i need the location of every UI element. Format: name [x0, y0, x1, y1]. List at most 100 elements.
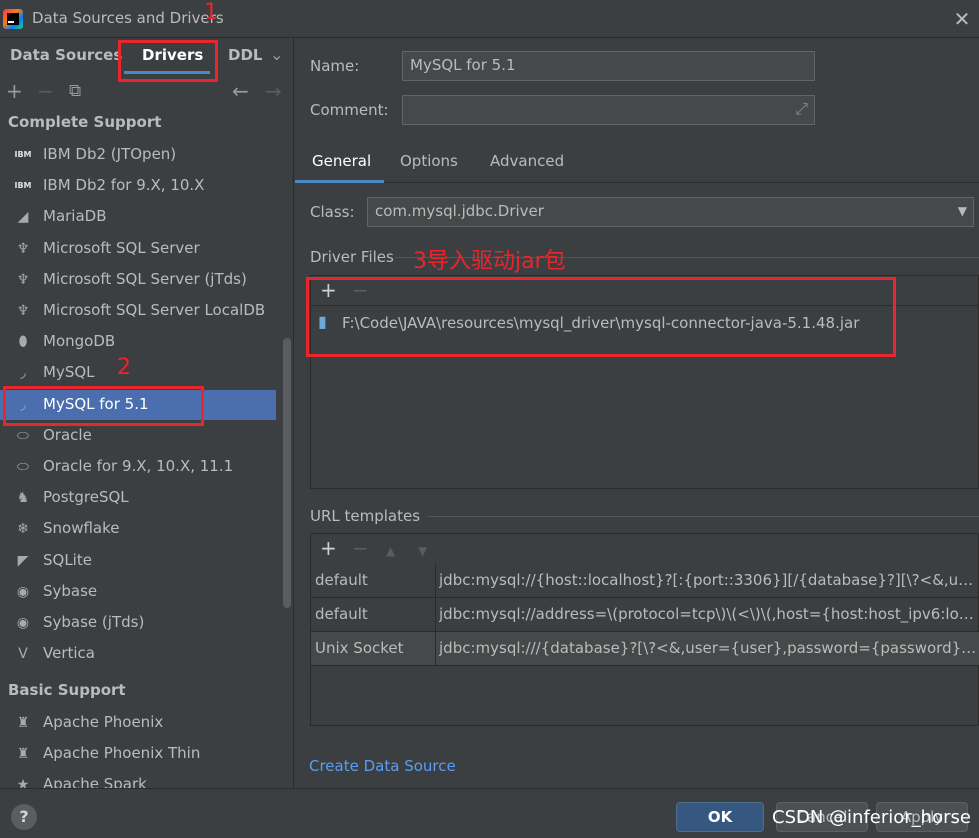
driver-icon: ♆ — [16, 240, 30, 257]
driver-item-label: Oracle — [43, 425, 92, 444]
name-input[interactable]: MySQL for 5.1 — [402, 51, 815, 81]
driver-item-label: Sybase (jTds) — [43, 613, 145, 631]
driver-item[interactable]: ♆ Microsoft SQL Server LocalDB — [0, 296, 276, 326]
class-select[interactable]: com.mysql.jdbc.Driver ▼ — [367, 197, 974, 227]
forward-arrow-icon[interactable]: → — [265, 81, 282, 101]
driver-icon: ♆ — [16, 303, 30, 319]
driver-item-label: MongoDB — [43, 332, 116, 351]
copy-icon[interactable]: ⧉ — [69, 81, 81, 101]
create-data-source-link[interactable]: Create Data Source — [309, 757, 456, 775]
driver-icon: ⬭ — [17, 427, 29, 444]
driver-icon: ♜ — [16, 715, 30, 731]
remove-icon[interactable]: − — [37, 81, 54, 101]
help-button[interactable]: ? — [11, 804, 37, 830]
expand-icon[interactable]: ⤢ — [795, 99, 808, 119]
driver-icon: ♆ — [16, 271, 30, 288]
annotation-box-3 — [306, 277, 896, 357]
class-label: Class: — [310, 203, 355, 221]
driver-details: Name: MySQL for 5.1 Comment: ⤢ General O… — [295, 38, 979, 788]
url-template-row[interactable]: default jdbc:mysql://{host::localhost}?[:… — [311, 564, 979, 598]
driver-icon: ◤ — [17, 552, 29, 569]
driver-item-label: IBM Db2 for 9.X, 10.X — [43, 176, 205, 195]
annotation-box-1 — [118, 40, 218, 82]
driver-icon: ❄ — [17, 521, 29, 538]
add-icon[interactable]: + — [6, 81, 23, 101]
back-arrow-icon[interactable]: ← — [232, 81, 249, 101]
tab-options[interactable]: Options — [400, 152, 458, 170]
url-template-value: jdbc:mysql://address=\(protocol=tcp\)\(<… — [439, 605, 979, 623]
tab-ddl[interactable]: DDL — [228, 46, 262, 64]
title-bar: Data Sources and Drivers ✕ — [0, 0, 979, 38]
annotation-1: 1 — [204, 0, 218, 25]
tab-divider — [295, 182, 979, 183]
driver-icon: ◉ — [16, 615, 30, 631]
tab-advanced[interactable]: Advanced — [490, 152, 564, 170]
name-label: Name: — [310, 57, 360, 75]
driver-item-label: IBM Db2 (JTOpen) — [43, 145, 177, 163]
driver-item[interactable]: ♜ Apache Phoenix Thin — [0, 739, 276, 769]
driver-item-label: MariaDB — [43, 207, 107, 226]
driver-item[interactable]: ◢ MariaDB — [0, 202, 276, 232]
url-templates-label: URL templates — [310, 507, 421, 525]
driver-item[interactable]: ◞ MySQL — [0, 358, 276, 388]
driver-icon: V — [18, 646, 28, 663]
driver-item-label: Vertica — [43, 644, 95, 663]
driver-item-label: Microsoft SQL Server — [43, 238, 200, 257]
annotation-box-2 — [3, 386, 204, 426]
driver-item-label: Sybase — [43, 581, 98, 600]
driver-icon: ⬮ — [18, 334, 28, 351]
driver-item-label: Microsoft SQL Server (jTds) — [43, 269, 247, 288]
driver-item[interactable]: ⬮ MongoDB — [0, 327, 276, 357]
driver-item[interactable]: ⬭ Oracle for 9.X, 10.X, 11.1 — [0, 452, 276, 482]
section-complete-support: Complete Support — [8, 113, 162, 131]
watermark: CSDN @inferior_horse — [772, 807, 971, 828]
driver-item-label: MySQL — [43, 363, 95, 382]
close-icon[interactable]: ✕ — [950, 7, 974, 31]
window-title: Data Sources and Drivers — [32, 9, 224, 27]
url-template-value: jdbc:mysql:///{database}?[\?<&,user={use… — [439, 639, 979, 657]
dropdown-arrow-icon[interactable]: ▼ — [958, 204, 967, 218]
url-template-name: Unix Socket — [315, 639, 404, 657]
driver-item-label: PostgreSQL — [43, 488, 129, 507]
comment-input[interactable]: ⤢ — [402, 95, 815, 125]
url-template-row[interactable]: Unix Socket jdbc:mysql:///{database}?[\?<… — [311, 632, 979, 666]
dialog-footer: ? OK Cancel Apply CSDN @inferior_horse — [0, 788, 979, 838]
driver-icon: IBM — [14, 181, 32, 191]
tab-general-underline — [295, 180, 384, 183]
add-template-icon[interactable]: + — [320, 538, 337, 558]
move-down-icon[interactable]: ▼ — [418, 541, 427, 561]
driver-item[interactable]: ♆ Microsoft SQL Server (jTds) — [0, 265, 276, 295]
driver-item[interactable]: IBM IBM Db2 (JTOpen) — [0, 140, 276, 170]
driver-item[interactable]: ◤ SQLite — [0, 546, 276, 576]
tab-data-sources[interactable]: Data Sources — [10, 46, 122, 64]
driver-item[interactable]: ❄ Snowflake — [0, 514, 276, 544]
driver-icon: ◢ — [17, 209, 29, 226]
driver-item[interactable]: ◉ Sybase — [0, 577, 276, 607]
driver-icon: ◉ — [16, 583, 30, 600]
chevron-down-icon[interactable]: ⌄ — [270, 45, 283, 65]
annotation-3: 3导入驱动jar包 — [413, 249, 566, 274]
remove-template-icon[interactable]: − — [352, 538, 369, 558]
sidebar-scrollbar[interactable] — [283, 338, 291, 608]
tab-general[interactable]: General — [312, 152, 371, 170]
driver-item[interactable]: IBM IBM Db2 for 9.X, 10.X — [0, 171, 276, 201]
annotation-2: 2 — [117, 355, 131, 380]
driver-item[interactable]: ♜ Apache Phoenix — [0, 708, 276, 738]
driver-icon: ◞ — [20, 365, 26, 382]
driver-icon: ♜ — [16, 746, 30, 763]
driver-item[interactable]: ◉ Sybase (jTds) — [0, 608, 276, 638]
driver-files-label: Driver Files — [310, 248, 394, 266]
url-template-row[interactable]: default jdbc:mysql://address=\(protocol=t… — [311, 598, 979, 632]
driver-icon: IBM — [14, 150, 32, 159]
comment-label: Comment: — [310, 101, 389, 119]
driver-item[interactable]: ♞ PostgreSQL — [0, 483, 276, 513]
driver-item-label: Snowflake — [43, 519, 120, 538]
url-templates-divider — [428, 516, 979, 517]
move-up-icon[interactable]: ▲ — [386, 541, 395, 561]
driver-item-label: SQLite — [43, 550, 92, 569]
ok-button[interactable]: OK — [676, 802, 764, 832]
driver-icon: ♞ — [16, 490, 30, 507]
driver-item[interactable]: ♆ Microsoft SQL Server — [0, 234, 276, 264]
driver-item[interactable]: V Vertica — [0, 639, 276, 669]
url-template-name: default — [315, 605, 368, 623]
